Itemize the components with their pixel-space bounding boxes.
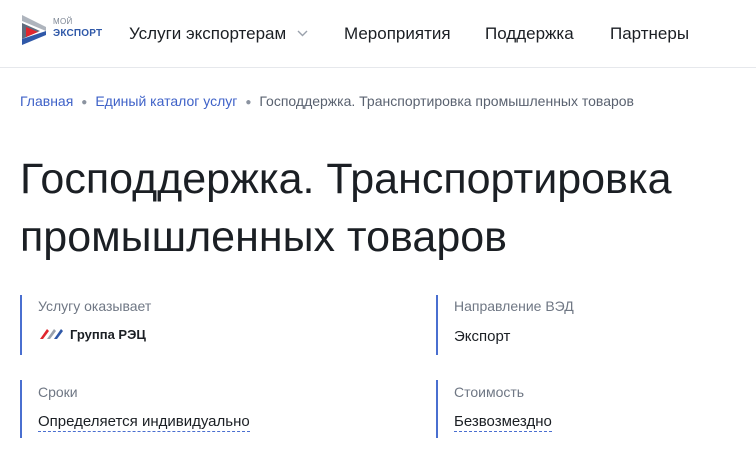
nav-item-events[interactable]: Мероприятия (344, 24, 451, 44)
breadcrumb: Главная ● Единый каталог услуг ● Господдержк… (20, 93, 634, 109)
breadcrumb-current: Господдержка. Транспортировка промышленн… (259, 93, 634, 109)
breadcrumb-separator: ● (81, 97, 88, 108)
info-label: Сроки (38, 384, 78, 400)
nav-item-partners[interactable]: Партнеры (610, 24, 689, 44)
terms-value[interactable]: Определяется индивидуально (38, 413, 250, 432)
provider-name: Группа РЭЦ (70, 327, 146, 342)
info-provider: Услугу оказывает Группа РЭЦ (20, 295, 151, 355)
breadcrumb-catalog[interactable]: Единый каталог услуг (95, 93, 237, 109)
nav-item-label: Мероприятия (344, 24, 451, 43)
logo-text-bottom: ЭКСПОРТ (53, 28, 103, 39)
provider-logo-icon (40, 329, 63, 339)
direction-value: Экспорт (454, 328, 511, 345)
breadcrumb-separator: ● (245, 97, 252, 108)
nav-item-label: Поддержка (485, 24, 574, 43)
info-cost: Стоимость Безвозмездно (436, 380, 552, 438)
logo[interactable]: МОЙ ЭКСПОРТ (20, 13, 103, 55)
info-label: Направление ВЭД (454, 298, 574, 314)
logo-text-top: МОЙ (53, 17, 73, 26)
nav-item-label: Услуги экспортерам (129, 24, 287, 43)
info-label: Услугу оказывает (38, 298, 152, 314)
info-label: Стоимость (454, 384, 525, 400)
cost-value[interactable]: Безвозмездно (454, 413, 552, 432)
page-title-line1: Господдержка. Транспортировка (20, 155, 672, 203)
nav-item-label: Партнеры (610, 24, 690, 43)
nav-item-support[interactable]: Поддержка (485, 24, 574, 44)
page-title-line2: промышленных товаров (20, 213, 508, 261)
info-direction: Направление ВЭД Экспорт (436, 295, 574, 355)
chevron-down-icon (297, 30, 308, 37)
provider[interactable]: Группа РЭЦ (38, 326, 151, 343)
logo-icon (22, 15, 46, 45)
breadcrumb-home[interactable]: Главная (20, 93, 73, 109)
nav-item-services[interactable]: Услуги экспортерам (129, 24, 308, 44)
info-terms: Сроки Определяется индивидуально (20, 380, 250, 438)
page-title: Господдержка. Транспортировка промышленн… (20, 150, 756, 266)
site-header: МОЙ ЭКСПОРТ Услуги экспортерам Мероприят… (0, 0, 756, 68)
